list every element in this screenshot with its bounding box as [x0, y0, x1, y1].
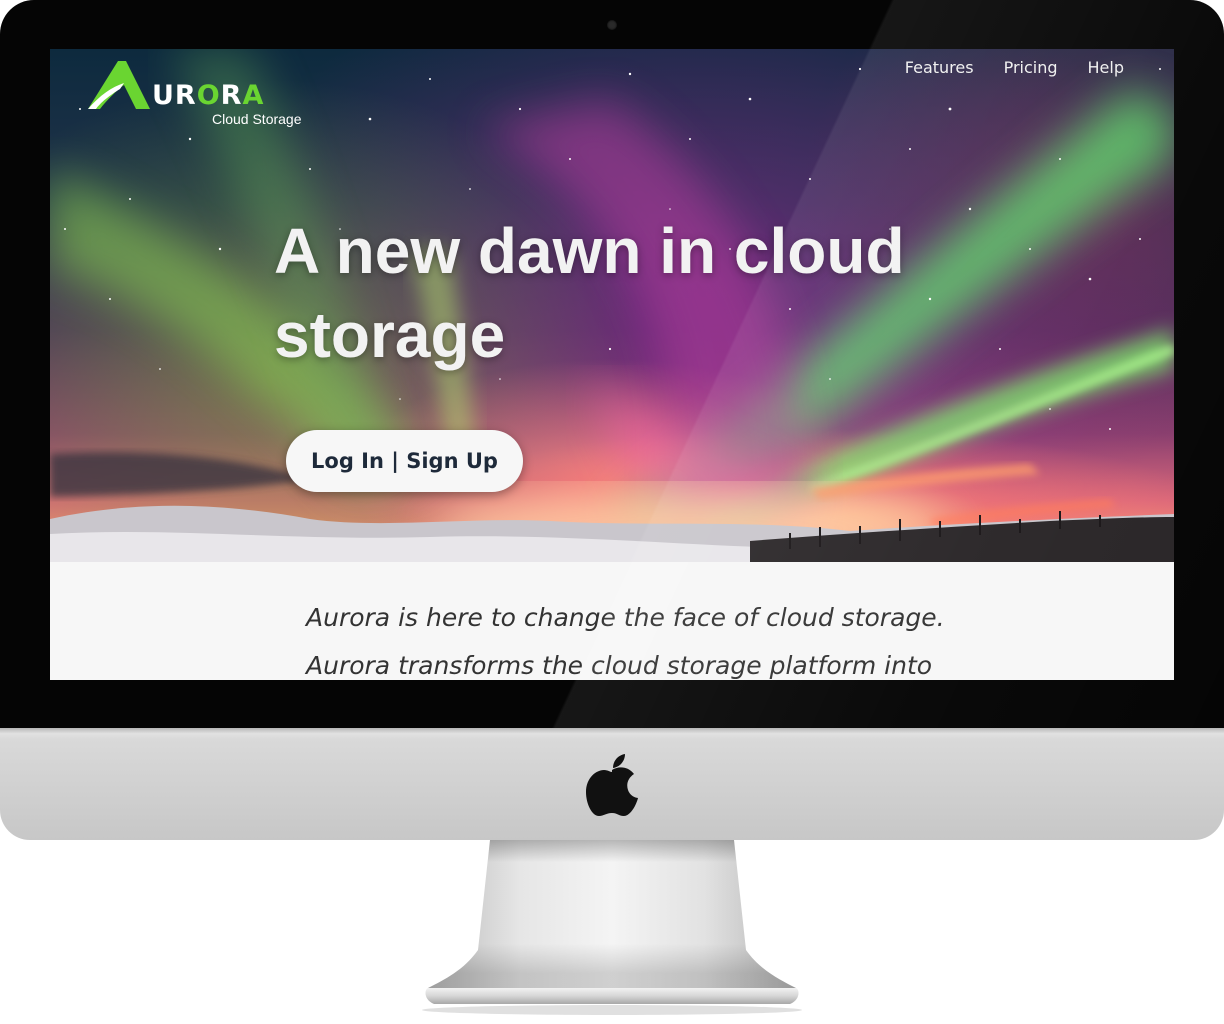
website-screen: URORA Cloud Storage Features Pricing Hel… — [50, 49, 1174, 680]
hero-headline-line: A new dawn in cloud — [274, 215, 905, 287]
nav-link-help[interactable]: Help — [1088, 57, 1124, 79]
login-signup-button[interactable]: Log In | Sign Up — [286, 430, 523, 492]
brand-wordmark-part: O — [196, 80, 221, 111]
intro-line: Aurora is here to change the face of clo… — [306, 603, 945, 632]
imac-display: URORA Cloud Storage Features Pricing Hel… — [0, 0, 1224, 840]
display-bezel: URORA Cloud Storage Features Pricing Hel… — [0, 0, 1224, 728]
brand-wordmark: URORA — [152, 81, 264, 111]
brand-wordmark-part: UR — [152, 80, 197, 111]
chin-divider — [0, 728, 1224, 734]
intro-line: Aurora transforms the cloud storage plat… — [306, 651, 933, 680]
brand-wordmark-part: R — [220, 80, 243, 111]
brand-wordmark-part: A — [242, 80, 265, 111]
camera-icon — [607, 20, 617, 30]
nav-link-pricing[interactable]: Pricing — [1004, 57, 1058, 79]
intro-text: Aurora is here to change the face of clo… — [306, 594, 1006, 680]
aurora-a-logo-icon — [88, 61, 150, 109]
nav-link-features[interactable]: Features — [905, 57, 974, 79]
hero-headline-line: storage — [274, 299, 506, 371]
top-navigation: Features Pricing Help — [905, 57, 1124, 79]
imac-stand — [422, 840, 802, 1015]
apple-icon — [586, 754, 638, 816]
hero-section: URORA Cloud Storage Features Pricing Hel… — [50, 49, 1174, 562]
hero-headline: A new dawn in cloud storage — [274, 209, 1034, 377]
brand-logo[interactable]: URORA Cloud Storage — [86, 59, 316, 131]
brand-subtitle: Cloud Storage — [212, 111, 302, 127]
